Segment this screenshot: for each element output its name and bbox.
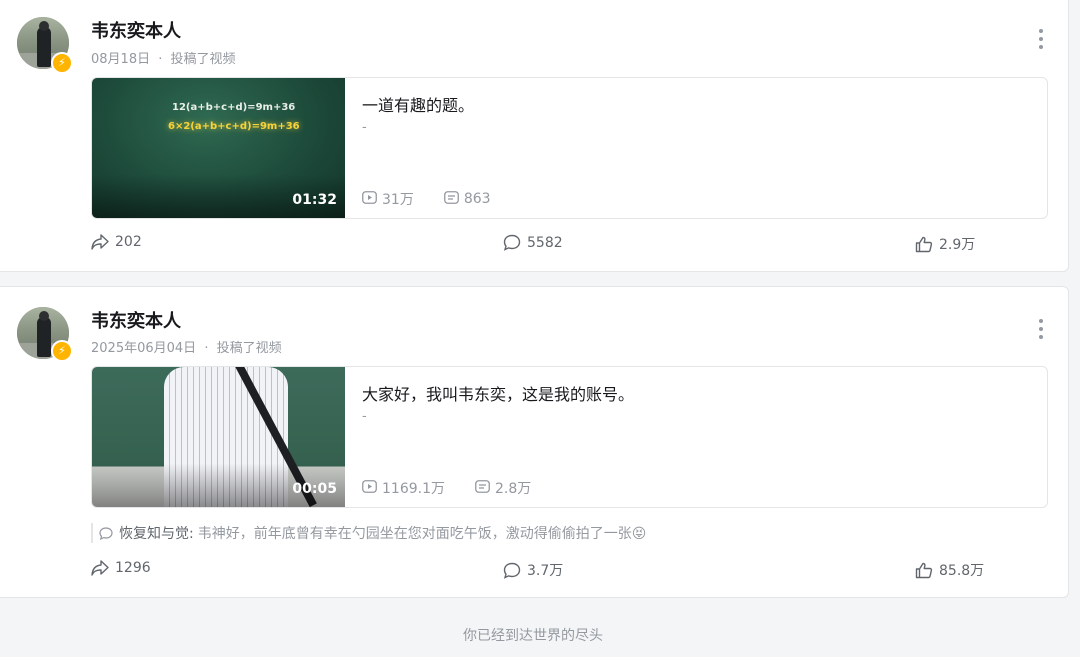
post-meta: 08月18日 · 投稿了视频 [91,48,236,67]
video-duration: 00:05 [292,481,337,497]
post-action: 投稿了视频 [170,52,236,67]
thumb-formula-line: 12(a+b+c+d)=9m+36 [172,102,296,113]
video-desc: - [362,120,367,135]
end-of-feed-text: 你已经到达世界的尽头 [463,628,603,644]
top-comment[interactable]: 恢复知与觉: 韦神好，前年底曾有幸在勺园坐在您对面吃午饭，激动得偷偷拍了一张😝 [91,523,646,543]
author-name[interactable]: 韦东奕本人 [91,17,181,43]
play-count: 31万 [382,192,414,208]
share-icon [91,560,109,576]
verified-lightning-icon: ⚡ [51,52,73,74]
play-count: 1169.1万 [382,481,445,497]
comment-icon [503,234,521,251]
feed-card: ⚡ 韦东奕本人 2025年06月04日 · 投稿了视频 00:05 大家好，我叫… [0,286,1069,598]
thumbs-up-icon [915,562,933,578]
comment-icon [503,562,521,579]
post-action: 投稿了视频 [216,341,282,356]
video-desc: - [362,409,367,424]
meta-separator: · [204,341,209,356]
author-name[interactable]: 韦东奕本人 [91,307,181,333]
video-card[interactable]: 12(a+b+c+d)=9m+36 6×2(a+b+c+d)=9m+36 01:… [91,77,1048,219]
play-count-icon [362,479,377,497]
like-count: 2.9万 [939,237,976,253]
thumbs-up-icon [915,236,933,252]
action-bar: 202 5582 2.9万 [0,234,1069,258]
like-button[interactable]: 2.9万 [915,234,975,254]
comment-text: 韦神好，前年底曾有幸在勺园坐在您对面吃午饭，激动得偷偷拍了一张😝 [197,526,647,542]
more-options-icon[interactable] [1038,319,1044,341]
share-count: 202 [115,234,142,250]
video-title[interactable]: 大家好，我叫韦东奕，这是我的账号。 [362,381,634,405]
more-options-icon[interactable] [1038,29,1044,51]
action-bar: 1296 3.7万 85.8万 [0,560,1069,584]
share-count: 1296 [115,560,151,576]
share-icon [91,234,109,250]
share-button[interactable]: 202 [91,234,142,250]
video-stats: 31万 863 [362,189,491,209]
comment-button[interactable]: 5582 [503,234,563,251]
post-date: 08月18日 [91,52,151,67]
danmaku-count: 2.8万 [495,481,532,497]
video-thumbnail[interactable]: 12(a+b+c+d)=9m+36 6×2(a+b+c+d)=9m+36 01:… [92,78,345,218]
verified-lightning-icon: ⚡ [51,340,73,362]
video-stats: 1169.1万 2.8万 [362,478,531,498]
post-meta: 2025年06月04日 · 投稿了视频 [91,337,282,356]
video-thumbnail[interactable]: 00:05 [92,367,345,507]
dynamic-feed: ⚡ 韦东奕本人 08月18日 · 投稿了视频 12(a+b+c+d)=9m+36… [0,0,1080,657]
video-duration: 01:32 [292,192,337,208]
danmaku-count: 863 [463,191,491,207]
danmaku-icon [443,190,459,208]
meta-separator: · [158,52,163,67]
post-date: 2025年06月04日 [91,341,197,356]
comment-count: 5582 [527,234,563,251]
video-card[interactable]: 00:05 大家好，我叫韦东奕，这是我的账号。 - 1169.1万 2.8万 [91,366,1048,508]
like-count: 85.8万 [939,563,985,579]
comment-user[interactable]: 恢复知与觉: [119,523,194,543]
feed-card: ⚡ 韦东奕本人 08月18日 · 投稿了视频 12(a+b+c+d)=9m+36… [0,0,1069,272]
comment-button[interactable]: 3.7万 [503,560,563,580]
thumb-formula-line: 6×2(a+b+c+d)=9m+36 [168,121,300,132]
play-count-icon [362,190,377,208]
danmaku-icon [475,479,490,497]
video-title[interactable]: 一道有趣的题。 [362,92,474,116]
comment-count: 3.7万 [527,563,564,579]
share-button[interactable]: 1296 [91,560,151,576]
like-button[interactable]: 85.8万 [915,560,984,580]
comment-bubble-icon [99,526,113,540]
